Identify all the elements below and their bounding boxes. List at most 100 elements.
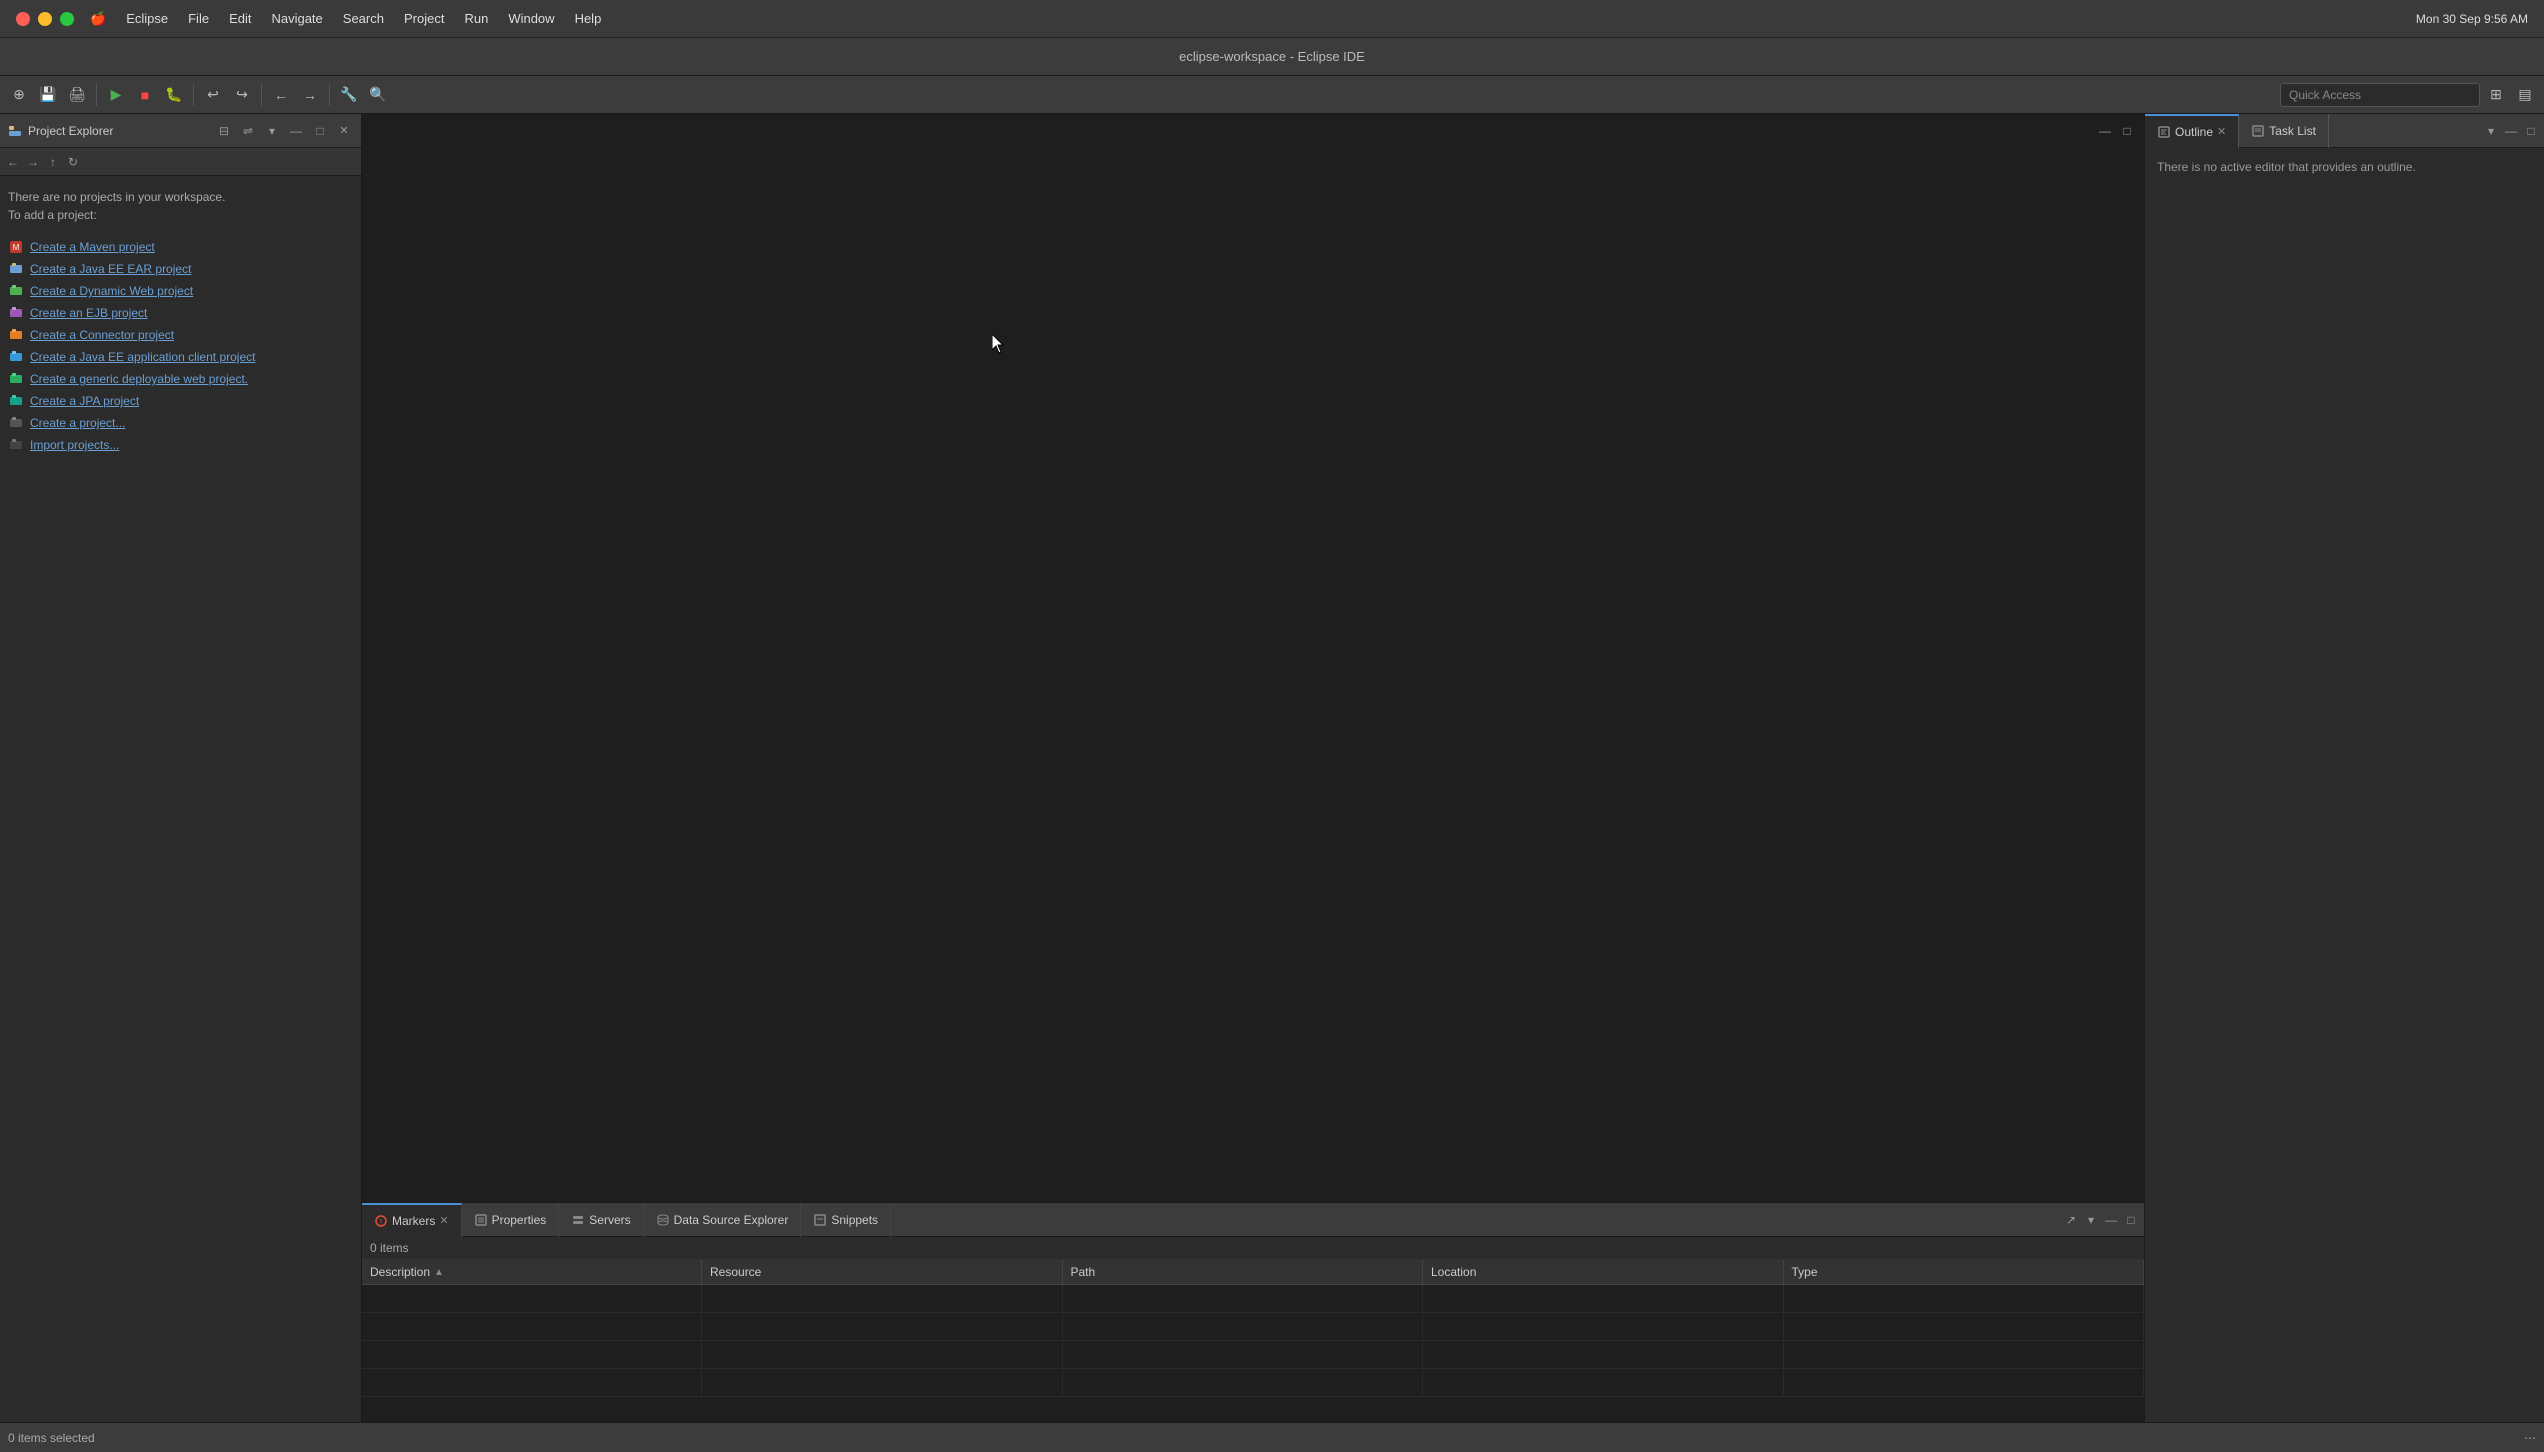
main-toolbar: ⊕ 💾 🖨 ▶ ■ 🐛 ↩ ↪ ← → 🔧 🔍 Quick Access ⊞ ▤ (0, 76, 2544, 114)
perspectives-button[interactable]: ⊞ (2483, 82, 2509, 108)
location-cell (1423, 1313, 1784, 1340)
menu-window[interactable]: Window (508, 11, 554, 27)
no-projects-line1: There are no projects in your workspace. (8, 188, 353, 206)
layout-button[interactable]: ▤ (2512, 82, 2538, 108)
minimize-panel-button[interactable]: — (287, 122, 305, 140)
menu-search[interactable]: Search (343, 11, 384, 27)
description-header: Description ▲ (362, 1260, 702, 1284)
snippets-tab-label: Snippets (831, 1213, 878, 1227)
status-icon[interactable]: ⋯ (2524, 1431, 2536, 1445)
link-with-editor-button[interactable]: ⇌ (239, 122, 257, 140)
type-header-label: Type (1792, 1265, 1818, 1279)
path-cell (1063, 1369, 1424, 1396)
save-button[interactable]: 💾 (35, 82, 61, 108)
create-javaee-ear-link[interactable]: Create a Java EE EAR project (8, 258, 353, 280)
tab-outline[interactable]: Outline ✕ (2145, 114, 2239, 148)
maximize-traffic-light[interactable] (60, 12, 74, 26)
open-external-button[interactable]: ↗ (2062, 1211, 2080, 1229)
debug-button[interactable]: 🐛 (161, 82, 187, 108)
project-explorer-icon (8, 124, 22, 138)
outline-tab-label: Outline (2175, 125, 2213, 139)
build-button[interactable]: 🔧 (336, 82, 362, 108)
stop-button[interactable]: ■ (132, 82, 158, 108)
outline-tabs: Outline ✕ Task List ▾ — □ (2145, 114, 2544, 148)
tasklist-tab-label: Task List (2269, 124, 2316, 138)
new-button[interactable]: ⊕ (6, 82, 32, 108)
redo-button[interactable]: ↪ (229, 82, 255, 108)
view-menu-button[interactable]: ▾ (263, 122, 281, 140)
tab-servers[interactable]: Servers (559, 1203, 643, 1237)
menu-eclipse[interactable]: Eclipse (126, 11, 168, 27)
close-panel-button[interactable]: ✕ (335, 122, 353, 140)
type-header: Type (1784, 1260, 2145, 1284)
properties-icon (474, 1213, 488, 1227)
import-projects-label: Import projects... (30, 438, 119, 452)
bottom-tabs: ! Markers ✕ Properties (362, 1203, 2144, 1237)
forward-nav-button[interactable]: → (24, 153, 42, 171)
print-button[interactable]: 🖨 (64, 82, 90, 108)
project-explorer-title: Project Explorer (28, 124, 209, 138)
undo-button[interactable]: ↩ (200, 82, 226, 108)
connector-icon (8, 327, 24, 343)
maximize-panel-button[interactable]: □ (311, 122, 329, 140)
tab-snippets[interactable]: Snippets (801, 1203, 891, 1237)
quick-access-box[interactable]: Quick Access (2280, 83, 2480, 107)
tab-properties[interactable]: Properties (462, 1203, 560, 1237)
create-project-link[interactable]: Create a project... (8, 412, 353, 434)
refresh-button[interactable]: ↻ (64, 153, 82, 171)
menu-project[interactable]: Project (404, 11, 444, 27)
create-generic-web-link[interactable]: Create a generic deployable web project. (8, 368, 353, 390)
separator-1 (96, 84, 97, 106)
tab-markers[interactable]: ! Markers ✕ (362, 1203, 462, 1237)
editor-minimize-button[interactable]: — (2096, 122, 2114, 140)
back-button[interactable]: ← (268, 82, 294, 108)
create-javaee-client-link[interactable]: Create a Java EE application client proj… (8, 346, 353, 368)
menu-file[interactable]: File (188, 11, 209, 27)
bottom-minimize-button[interactable]: — (2102, 1211, 2120, 1229)
outline-icon (2157, 125, 2171, 139)
back-nav-button[interactable]: ← (4, 153, 22, 171)
create-jpa-link[interactable]: Create a JPA project (8, 390, 353, 412)
bottom-maximize-button[interactable]: □ (2122, 1211, 2140, 1229)
tab-data-source-explorer[interactable]: Data Source Explorer (644, 1203, 802, 1237)
search-toolbar-button[interactable]: 🔍 (365, 82, 391, 108)
create-ejb-label: Create an EJB project (30, 306, 147, 320)
create-maven-project-link[interactable]: M Create a Maven project (8, 236, 353, 258)
menu-apple[interactable]: 🍎 (90, 11, 106, 27)
up-nav-button[interactable]: ↑ (44, 153, 62, 171)
resource-cell (702, 1341, 1063, 1368)
view-menu-btn[interactable]: ▾ (2082, 1211, 2100, 1229)
minimize-traffic-light[interactable] (38, 12, 52, 26)
create-javaee-client-label: Create a Java EE application client proj… (30, 350, 255, 364)
sort-icon[interactable]: ▲ (434, 1267, 444, 1278)
tab-task-list[interactable]: Task List (2239, 114, 2329, 148)
create-jpa-label: Create a JPA project (30, 394, 139, 408)
desc-cell (362, 1313, 702, 1340)
mac-topbar-right: Mon 30 Sep 9:56 AM (2416, 12, 2528, 26)
collapse-all-button[interactable]: ⊟ (215, 122, 233, 140)
forward-button[interactable]: → (297, 82, 323, 108)
outline-maximize[interactable]: □ (2522, 122, 2540, 140)
markers-close-button[interactable]: ✕ (439, 1214, 448, 1227)
editor-area[interactable]: — □ (362, 114, 2144, 1202)
import-projects-link[interactable]: Import projects... (8, 434, 353, 456)
description-header-label: Description (370, 1265, 430, 1279)
menu-edit[interactable]: Edit (229, 11, 251, 27)
outline-view-menu[interactable]: ▾ (2482, 122, 2500, 140)
desc-cell (362, 1369, 702, 1396)
editor-maximize-button[interactable]: □ (2118, 122, 2136, 140)
menu-run[interactable]: Run (464, 11, 488, 27)
create-dynamic-web-link[interactable]: Create a Dynamic Web project (8, 280, 353, 302)
create-connector-link[interactable]: Create a Connector project (8, 324, 353, 346)
outline-minimize[interactable]: — (2502, 122, 2520, 140)
create-ejb-link[interactable]: Create an EJB project (8, 302, 353, 324)
menu-navigate[interactable]: Navigate (271, 11, 322, 27)
close-traffic-light[interactable] (16, 12, 30, 26)
snippets-icon (813, 1213, 827, 1227)
traffic-lights (16, 12, 74, 26)
menu-help[interactable]: Help (575, 11, 602, 27)
project-explorer-content: There are no projects in your workspace.… (0, 176, 361, 1422)
outline-close-button[interactable]: ✕ (2217, 125, 2226, 138)
run-button[interactable]: ▶ (103, 82, 129, 108)
right-panel: Outline ✕ Task List ▾ — □ There is no ac… (2144, 114, 2544, 1422)
